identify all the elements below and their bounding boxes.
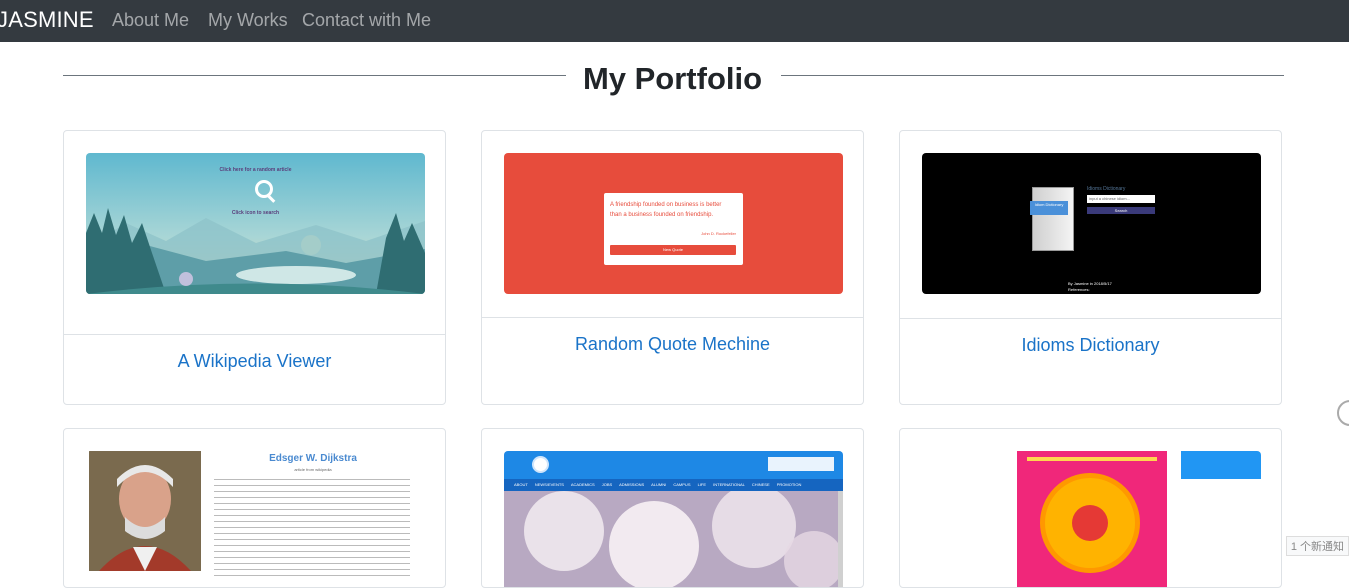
side-scroll-button[interactable]: [1337, 400, 1349, 426]
blossom-photo: [504, 491, 843, 587]
top-navbar: JASMINE About Me My Works Contact with M…: [0, 0, 1349, 42]
quote-author: John D. Rockefeller: [701, 231, 736, 236]
project-thumbnail[interactable]: [922, 451, 1261, 587]
project-thumbnail[interactable]: Idiom Dictionary Idioms Dictionary input…: [922, 153, 1261, 294]
idiom-search-button: Search: [1087, 207, 1155, 214]
project-title[interactable]: Random Quote Mechine: [482, 334, 863, 355]
project-thumbnail[interactable]: ABOUT NEWS/EVENTS ACADEMICS JOBS ADMISSI…: [504, 451, 843, 587]
heading-rule-left: [63, 75, 566, 76]
article-source: article from wikipedia: [294, 467, 332, 472]
project-card-lottery-wheel[interactable]: [899, 428, 1282, 588]
project-thumbnail[interactable]: A friendship founded on business is bett…: [504, 153, 843, 294]
menu-item: ADMISSIONS: [619, 482, 645, 487]
quote-text: A friendship founded on business is bett…: [610, 202, 722, 218]
university-logo-icon: [532, 456, 549, 473]
wikipedia-thumbnail-image: [86, 153, 425, 294]
menu-item: CAMPUS LIFE: [673, 482, 707, 487]
book-label: Idiom Dictionary: [1030, 201, 1068, 215]
project-card-random-quote[interactable]: A friendship founded on business is bett…: [481, 130, 864, 405]
project-card-idioms-dictionary[interactable]: Idiom Dictionary Idioms Dictionary input…: [899, 130, 1282, 405]
card-divider: [900, 318, 1281, 319]
menu-item: INTERNATIONAL: [713, 482, 745, 487]
site-search-box: [768, 457, 834, 471]
menu-item: ABOUT: [514, 482, 528, 487]
article-body: [214, 477, 410, 577]
nav-link-my-works[interactable]: My Works: [208, 10, 288, 31]
heading-rule-right: [781, 75, 1284, 76]
wiki-random-link: Click here for a random article: [219, 167, 292, 173]
site-menu-items: ABOUT NEWS/EVENTS ACADEMICS JOBS ADMISSI…: [514, 482, 801, 487]
portrait-image: [89, 451, 201, 571]
project-card-wikipedia[interactable]: Click here for a random article Click ic…: [63, 130, 446, 405]
card-divider: [482, 317, 863, 318]
quote-box: A friendship founded on business is bett…: [604, 193, 743, 265]
book-cover: [1032, 187, 1074, 251]
new-quote-button: New Quote: [610, 245, 736, 255]
dictionary-title: Idioms Dictionary: [1087, 186, 1126, 192]
menu-item: ACADEMICS: [570, 482, 595, 487]
dictionary-footer-references: References:: [1068, 287, 1090, 292]
menu-item: JOBS: [601, 482, 613, 487]
project-card-dijkstra[interactable]: Edsger W. Dijkstra article from wikipedi…: [63, 428, 446, 588]
menu-item: CHINESE PROMOTION: [751, 482, 802, 487]
nav-link-contact[interactable]: Contact with Me: [302, 10, 431, 31]
notification-badge[interactable]: 1 个新通知: [1285, 536, 1349, 556]
nav-link-about-me[interactable]: About Me: [112, 10, 189, 31]
portfolio-heading: My Portfolio: [582, 61, 763, 96]
wheel-poster-header: [1027, 457, 1157, 461]
menu-item: NEWS/EVENTS: [534, 482, 564, 487]
card-divider: [64, 334, 445, 335]
menu-item: ALUMNI: [651, 482, 667, 487]
prize-wheel-center: [1072, 505, 1108, 541]
project-thumbnail[interactable]: Edsger W. Dijkstra article from wikipedi…: [86, 451, 425, 587]
project-title[interactable]: A Wikipedia Viewer: [64, 351, 445, 372]
wiki-search-hint: Click icon to search: [231, 210, 280, 216]
project-thumbnail[interactable]: Click here for a random article Click ic…: [86, 153, 425, 294]
brand-logo[interactable]: JASMINE: [0, 7, 94, 33]
idiom-input: input a chinese idiom...: [1087, 195, 1155, 203]
article-name: Edsger W. Dijkstra: [269, 453, 357, 464]
project-title[interactable]: Idioms Dictionary: [900, 335, 1281, 356]
mini-site-header: [1181, 451, 1261, 479]
project-card-university-site[interactable]: ABOUT NEWS/EVENTS ACADEMICS JOBS ADMISSI…: [481, 428, 864, 588]
dictionary-footer-author: By Jasmine in 2018/5/17: [1068, 281, 1112, 286]
